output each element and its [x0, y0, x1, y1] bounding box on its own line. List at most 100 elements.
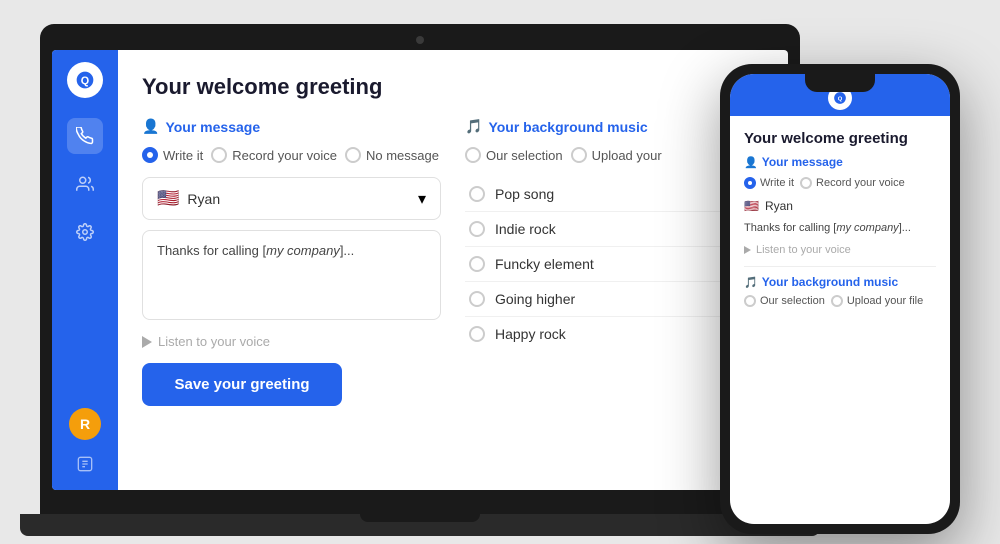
message-text-box[interactable]: Thanks for calling [my company]... [142, 230, 441, 320]
phone-radio-group: Write it Record your voice [744, 177, 936, 189]
message-suffix: ]... [340, 243, 354, 258]
phone-voice-row: 🇺🇸 Ryan [744, 199, 936, 213]
laptop-camera [416, 36, 424, 44]
laptop-screen: Q [52, 50, 788, 490]
phone-radio-write-label: Write it [760, 177, 794, 189]
phone-listen[interactable]: Listen to your voice [744, 244, 936, 256]
music-label-going: Going higher [495, 291, 575, 307]
message-section-title: Your message [165, 119, 260, 135]
music-radio-indie [469, 221, 485, 237]
voice-name: Ryan [187, 191, 220, 207]
phone-music-selection-label: Our selection [760, 295, 825, 307]
phone-music-selection-circle [744, 295, 756, 307]
phone-q-icon: Q [833, 91, 847, 105]
phone-music-our-selection[interactable]: Our selection [744, 295, 825, 307]
music-label-funcky: Funcky element [495, 256, 594, 272]
music-label-pop: Pop song [495, 186, 554, 202]
chevron-down-icon: ▾ [418, 189, 426, 209]
phone-radio-write[interactable]: Write it [744, 177, 794, 189]
radio-write-it-circle [142, 147, 158, 163]
music-section-title: Your background music [488, 119, 647, 135]
radio-no-message-label: No message [366, 148, 439, 163]
phone-flag: 🇺🇸 [744, 199, 759, 213]
voice-selector[interactable]: 🇺🇸 Ryan ▾ [142, 177, 441, 220]
message-prefix: Thanks for calling [ [157, 243, 266, 258]
sidebar-item-users[interactable] [67, 166, 103, 202]
your-message-section: 👤 Your message Write it Reco [142, 118, 441, 406]
user-avatar[interactable]: R [69, 408, 101, 440]
radio-upload[interactable]: Upload your [571, 147, 662, 163]
phone-music-header: 🎵 Your background music [744, 275, 936, 289]
laptop-base [20, 514, 820, 536]
phone-company: my company [836, 222, 898, 234]
main-content: Your welcome greeting 👤 Your message [118, 50, 788, 490]
radio-record-voice[interactable]: Record your voice [211, 147, 337, 163]
listen-button[interactable]: Listen to your voice [142, 330, 441, 353]
music-section-icon: 🎵 [465, 118, 482, 135]
radio-our-selection-circle [465, 147, 481, 163]
music-radio-pop [469, 186, 485, 202]
voice-flag: 🇺🇸 [157, 188, 179, 209]
svg-text:Q: Q [838, 96, 843, 102]
radio-no-message[interactable]: No message [345, 147, 439, 163]
laptop-notch [360, 514, 480, 522]
radio-upload-circle [571, 147, 587, 163]
music-radio-happy [469, 326, 485, 342]
music-radio-funcky [469, 256, 485, 272]
page-title: Your welcome greeting [142, 74, 764, 100]
phone-radio-write-circle [744, 177, 756, 189]
save-greeting-button[interactable]: Save your greeting [142, 363, 342, 406]
play-icon [142, 336, 152, 348]
phone-header: Q [730, 74, 950, 116]
radio-record-label: Record your voice [232, 148, 337, 163]
phone-music-upload-label: Upload your file [847, 295, 923, 307]
phone-music-upload[interactable]: Upload your file [831, 295, 923, 307]
settings-icon [76, 223, 94, 241]
phone-music-upload-circle [831, 295, 843, 307]
phone-radio-record-label: Record your voice [816, 177, 905, 189]
radio-record-circle [211, 147, 227, 163]
sidebar-help-icon[interactable] [71, 450, 99, 478]
sidebar: Q [52, 50, 118, 490]
phone-radio-record-circle [800, 177, 812, 189]
sidebar-item-phone[interactable] [67, 118, 103, 154]
music-label-indie: Indie rock [495, 221, 556, 237]
phone-voice-name: Ryan [765, 199, 793, 213]
phone-title: Your welcome greeting [744, 130, 936, 147]
message-section-icon: 👤 [142, 118, 159, 135]
svg-text:Q: Q [81, 75, 89, 87]
phone-music-options: Our selection Upload your file [744, 295, 936, 307]
users-icon [76, 175, 94, 193]
q-logo-icon: Q [75, 70, 95, 90]
radio-upload-label: Upload your [592, 148, 662, 163]
music-radio-going [469, 291, 485, 307]
phone-message-text: Thanks for calling [my company]... [744, 221, 936, 236]
phone-icon [76, 127, 94, 145]
company-placeholder: my company [266, 243, 340, 258]
phone-message-label: Your message [762, 155, 843, 169]
listen-label: Listen to your voice [158, 334, 270, 349]
phone: Q Your welcome greeting 👤 Your message W… [720, 64, 960, 534]
radio-our-selection-label: Our selection [486, 148, 563, 163]
phone-radio-record[interactable]: Record your voice [800, 177, 905, 189]
radio-write-it-label: Write it [163, 148, 203, 163]
phone-play-icon [744, 246, 751, 254]
phone-music-label: Your background music [762, 275, 898, 289]
phone-content: Your welcome greeting 👤 Your message Wri… [730, 116, 950, 524]
radio-no-message-circle [345, 147, 361, 163]
phone-msg-suffix: ]... [899, 222, 911, 234]
phone-message-icon: 👤 [744, 156, 758, 169]
phone-divider [744, 266, 936, 267]
phone-msg-prefix: Thanks for calling [ [744, 222, 836, 234]
laptop: Q [40, 24, 800, 534]
phone-notch [805, 74, 875, 92]
phone-music-icon: 🎵 [744, 276, 758, 289]
music-label-happy: Happy rock [495, 326, 566, 342]
sidebar-logo[interactable]: Q [67, 62, 103, 98]
message-radio-group: Write it Record your voice No message [142, 147, 441, 163]
help-icon [77, 456, 93, 472]
radio-our-selection[interactable]: Our selection [465, 147, 563, 163]
sidebar-item-settings[interactable] [67, 214, 103, 250]
phone-listen-label: Listen to your voice [756, 244, 851, 256]
radio-write-it[interactable]: Write it [142, 147, 203, 163]
